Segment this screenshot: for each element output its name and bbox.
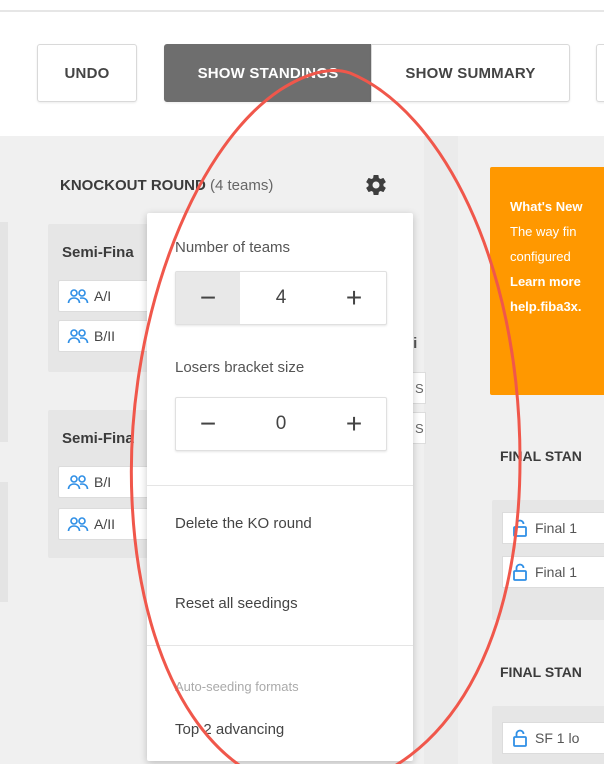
top-2-advancing-item[interactable]: Top 2 advancing (175, 721, 284, 738)
lock-icon (513, 563, 527, 581)
final-standings-title: FINAL STAN (500, 664, 582, 680)
team-slot[interactable]: B/I (58, 466, 158, 498)
number-of-teams-value[interactable]: 4 (240, 272, 322, 324)
reset-all-seedings-item[interactable]: Reset all seedings (175, 595, 298, 612)
knockout-round-label: KNOCKOUT ROUND (60, 177, 206, 194)
learn-more-link[interactable]: Learn more (510, 269, 604, 294)
final-standing-label: SF 1 lo (535, 730, 580, 746)
knockout-team-count: (4 teams) (210, 177, 274, 194)
team-slot-label: A/II (94, 516, 116, 532)
team-slot[interactable]: B/II (58, 320, 158, 352)
team-icon (67, 289, 89, 304)
team-icon (67, 517, 89, 532)
number-of-teams-label: Number of teams (175, 239, 291, 256)
whats-new-text: configured (510, 249, 571, 264)
whats-new-text: The way fin (510, 224, 577, 239)
auto-seeding-formats-header: Auto-seeding formats (175, 679, 299, 694)
team-slot[interactable]: A/I (58, 280, 158, 312)
semi-final-title: Semi-Fina (62, 244, 134, 261)
losers-bracket-size-label: Losers bracket size (175, 359, 305, 376)
team-icon (67, 475, 89, 490)
knockout-round-title: KNOCKOUT ROUND (4 teams) (60, 177, 273, 194)
team-icon (67, 329, 89, 344)
undo-button[interactable]: UNDO (37, 44, 137, 102)
team-slot[interactable]: A/II (58, 508, 158, 540)
knockout-settings-popover: Number of teams − 4 + Losers bracket siz… (147, 213, 413, 761)
menu-divider (147, 485, 413, 486)
final-standings-title: FINAL STAN (500, 448, 582, 464)
increment-teams-button[interactable]: + (322, 272, 386, 324)
panel-edge-stripe (0, 222, 8, 442)
team-slot-label: A/I (94, 288, 112, 304)
gear-icon[interactable] (364, 173, 388, 197)
delete-ko-round-item[interactable]: Delete the KO round (175, 515, 312, 532)
whats-new-title: What's New (510, 199, 583, 214)
lock-icon (513, 519, 527, 537)
show-standings-button[interactable]: SHOW STANDINGS (164, 44, 372, 102)
show-summary-button[interactable]: SHOW SUMMARY (371, 44, 570, 102)
number-of-teams-stepper: − 4 + (175, 271, 387, 325)
lock-icon (513, 729, 527, 747)
semi-final-title: Semi-Fina (62, 430, 134, 447)
panel-edge-stripe (0, 482, 8, 602)
final-standing-slot[interactable]: Final 1 (502, 556, 604, 588)
final-slot-fragment[interactable]: S (412, 412, 426, 444)
decrement-losers-button[interactable]: − (176, 398, 240, 450)
losers-bracket-size-value[interactable]: 0 (240, 398, 322, 450)
final-standing-slot[interactable]: Final 1 (502, 512, 604, 544)
team-slot-label: B/II (94, 328, 116, 344)
increment-losers-button[interactable]: + (322, 398, 386, 450)
final-standing-label: Final 1 (535, 520, 578, 536)
top-divider (0, 10, 604, 12)
final-standing-slot[interactable]: SF 1 lo (502, 722, 604, 754)
decrement-teams-button[interactable]: − (176, 272, 240, 324)
whats-new-banner: What's New The way fin configured Learn … (490, 167, 604, 395)
help-link[interactable]: help.fiba3x. (510, 294, 604, 319)
menu-divider (147, 645, 413, 646)
team-slot-label: B/I (94, 474, 112, 490)
final-slot-fragment[interactable]: S (412, 372, 426, 404)
losers-bracket-size-stepper: − 0 + (175, 397, 387, 451)
toolbar-button-partial[interactable] (596, 44, 604, 102)
panel-gutter (424, 136, 458, 764)
final-standing-label: Final 1 (535, 564, 578, 580)
